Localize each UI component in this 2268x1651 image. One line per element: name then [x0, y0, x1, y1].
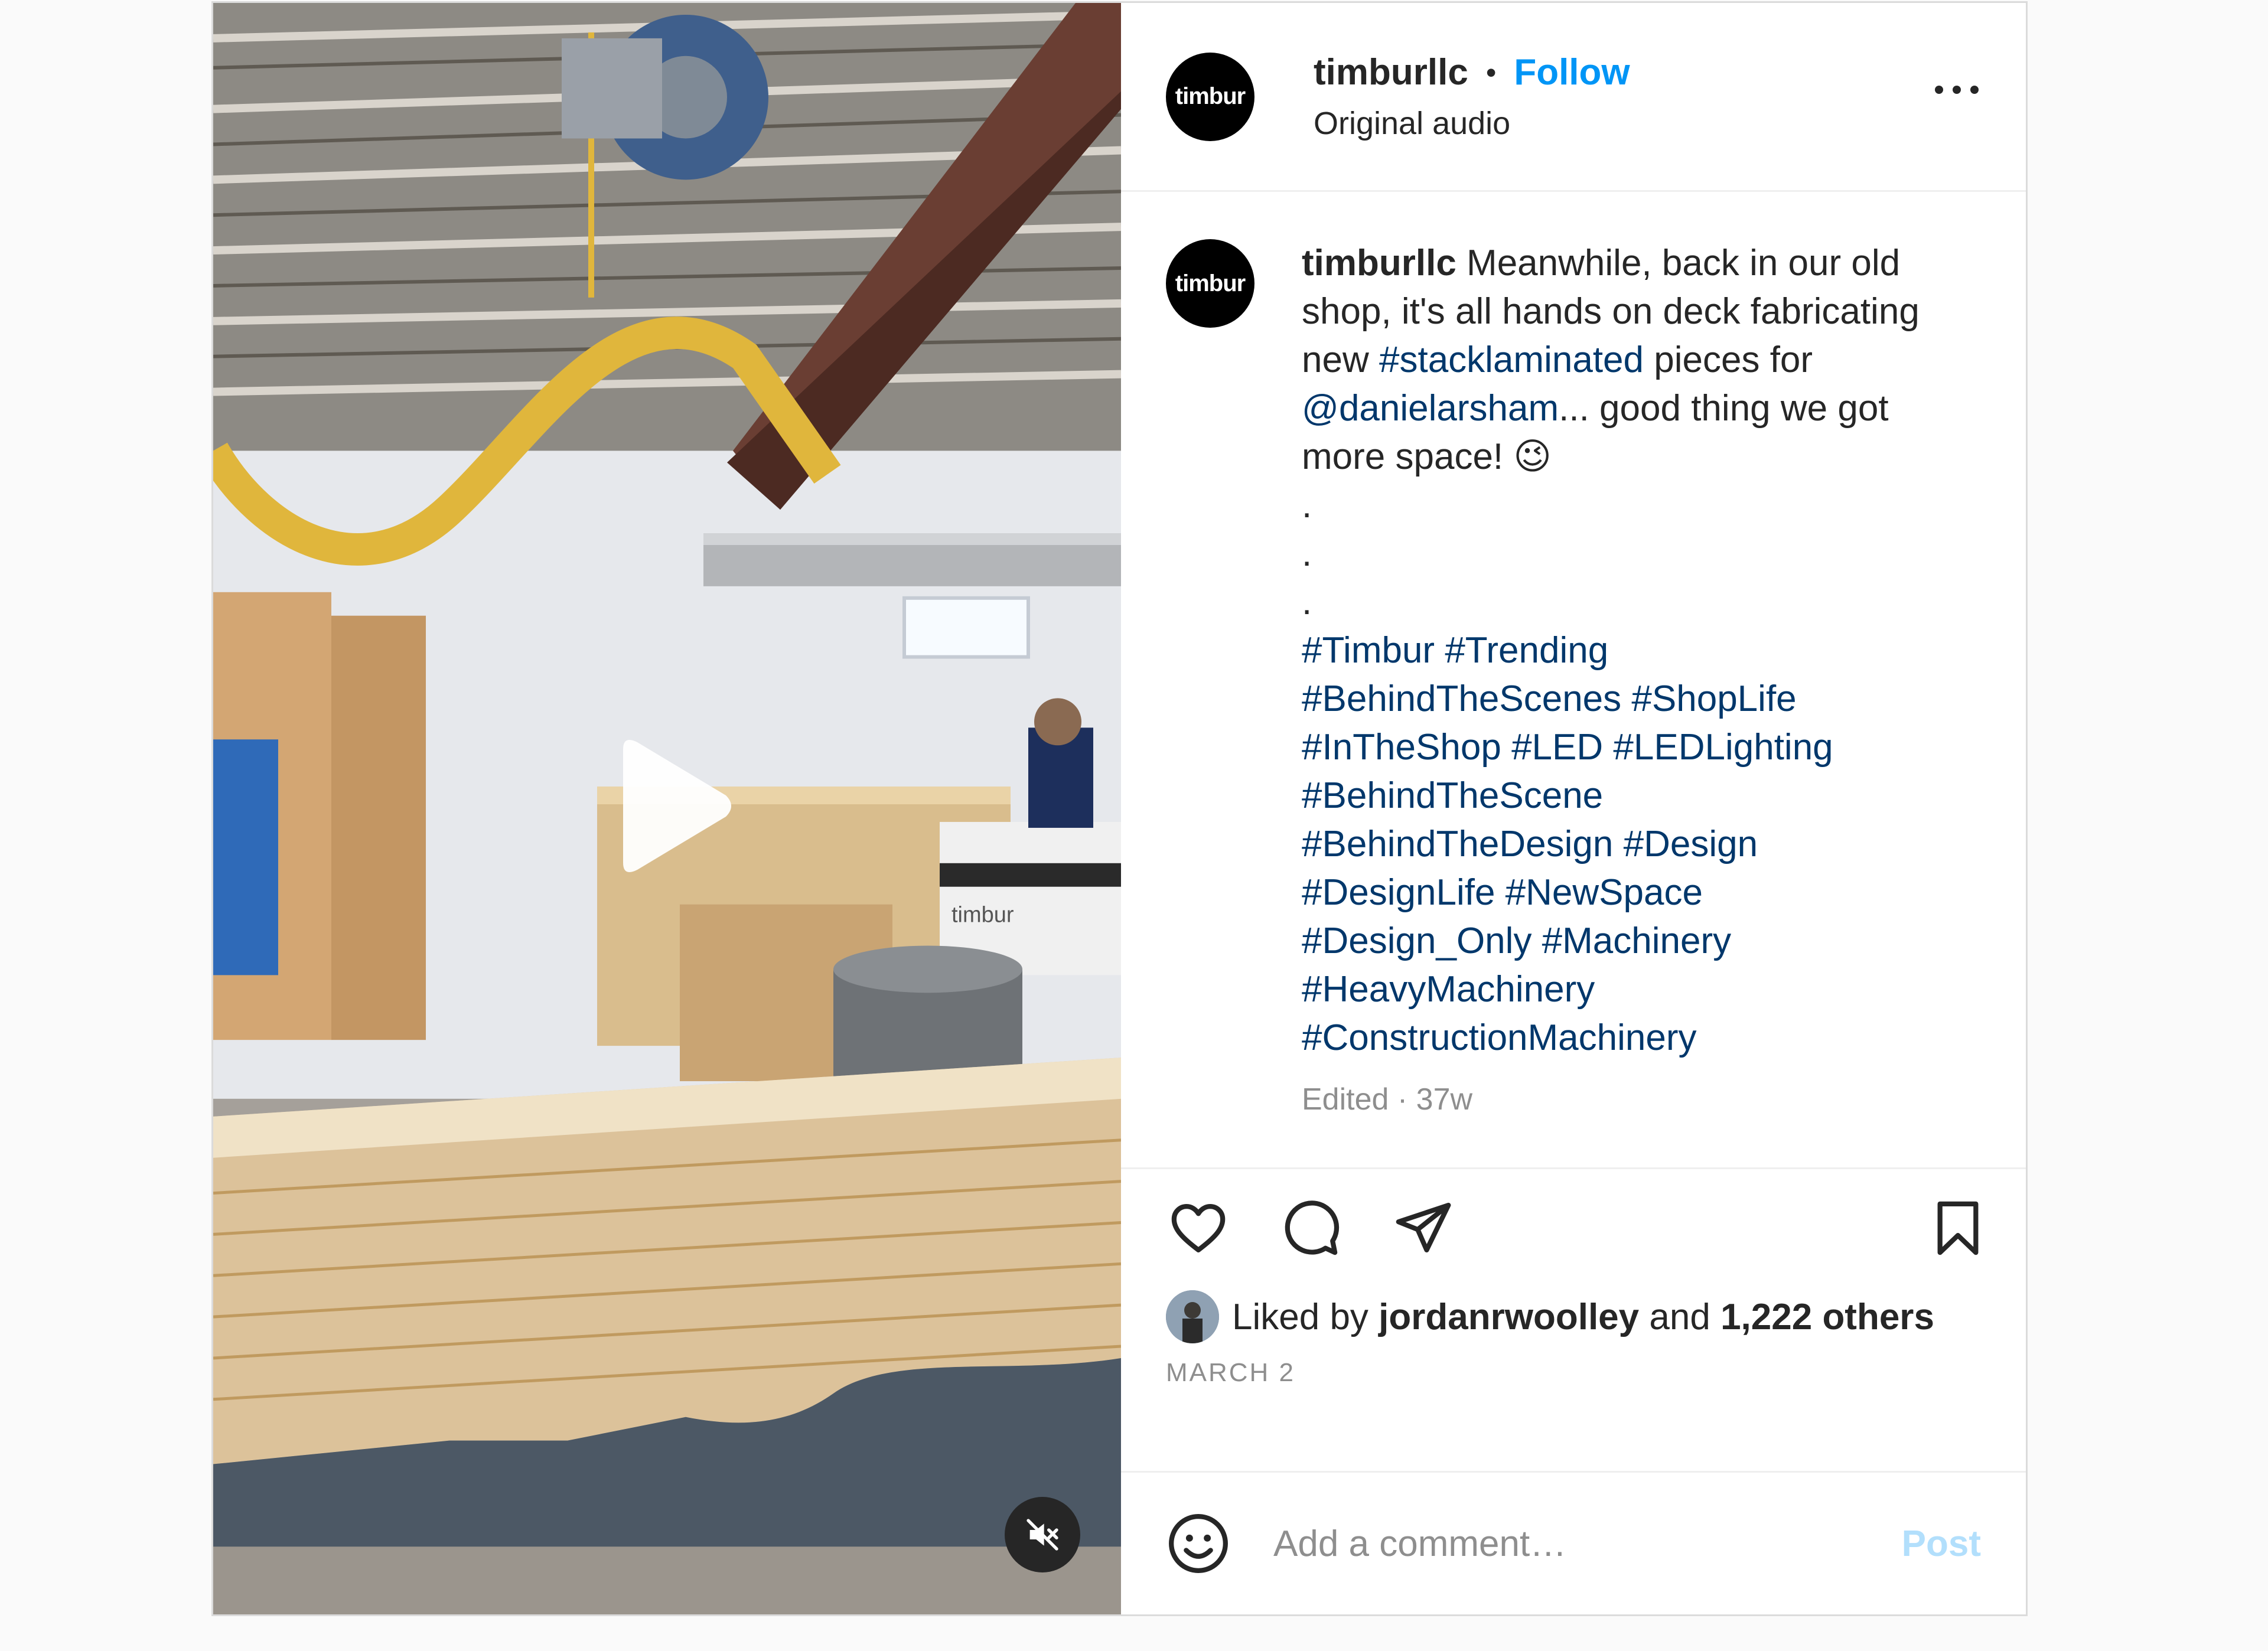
hashtag-link[interactable]: #ConstructionMachinery: [1302, 1017, 1697, 1058]
machine-label: timbur: [951, 903, 1014, 928]
bookmark-icon: [1937, 1201, 1979, 1255]
more-options-button[interactable]: [1929, 80, 1984, 100]
header-info: timburllc • Follow Original audio: [1314, 51, 1630, 142]
hashtag-link[interactable]: #stacklaminated: [1379, 340, 1644, 380]
caption-text: timburllc Meanwhile, back in our old sho…: [1302, 239, 1951, 1167]
heart-icon: [1171, 1204, 1226, 1252]
audio-link[interactable]: Original audio: [1314, 105, 1630, 142]
save-button[interactable]: [1925, 1196, 1990, 1261]
liker-username[interactable]: jordanrwoolley: [1379, 1296, 1639, 1338]
likes-and: and: [1649, 1296, 1710, 1337]
hashtag-link[interactable]: #BehindTheDesign: [1302, 824, 1613, 864]
hashtag-link[interactable]: #NewSpace: [1506, 872, 1703, 913]
caption-dot: .: [1302, 485, 1312, 526]
hashtag-link[interactable]: #Design: [1624, 824, 1758, 864]
hashtag-link[interactable]: #BehindTheScenes: [1302, 678, 1621, 719]
avatar-logo-text: timbur: [1175, 83, 1246, 109]
likes-summary: Liked by jordanrwoolley and 1,222 others: [1121, 1287, 2026, 1346]
hashtag-link[interactable]: #ShopLife: [1631, 678, 1796, 719]
header-username[interactable]: timburllc: [1314, 51, 1468, 93]
muted-speaker-icon: [1027, 1519, 1058, 1551]
play-button[interactable]: [568, 712, 757, 900]
separator-dot: •: [1485, 56, 1497, 89]
smiley-icon[interactable]: [1166, 1511, 1231, 1576]
caption-section: timbur timburllc Meanwhile, back in our …: [1121, 192, 2026, 1169]
more-horizontal-icon: [1935, 86, 1943, 94]
post-details-pane: timbur timburllc • Follow Original audio…: [1121, 3, 2026, 1614]
like-button[interactable]: [1166, 1196, 1231, 1261]
hashtag-list: #Timbur #Trending #BehindTheScenes #Shop…: [1302, 627, 1951, 1062]
follow-button[interactable]: Follow: [1514, 51, 1630, 93]
share-button[interactable]: [1390, 1196, 1455, 1261]
hashtag-link[interactable]: #Machinery: [1542, 921, 1731, 961]
post-header: timbur timburllc • Follow Original audio: [1121, 3, 2026, 192]
caption-text-part: pieces for: [1654, 340, 1813, 380]
play-icon: [623, 740, 731, 872]
paper-plane-icon: [1396, 1202, 1451, 1252]
liked-by-label: Liked by: [1232, 1296, 1368, 1337]
caption-meta: Edited · 37w: [1302, 1082, 1473, 1117]
hashtag-link[interactable]: #Trending: [1445, 630, 1608, 671]
comment-icon: [1285, 1200, 1340, 1255]
hashtag-link[interactable]: #LED: [1511, 727, 1603, 768]
comment-button[interactable]: [1278, 1196, 1343, 1261]
liker-avatar-image: [1166, 1290, 1219, 1343]
caption-dot: .: [1302, 533, 1312, 574]
hashtag-link[interactable]: #BehindTheScene: [1302, 775, 1603, 816]
profile-avatar[interactable]: timbur: [1166, 52, 1254, 141]
post-video[interactable]: timbur: [213, 3, 1121, 1614]
hashtag-link[interactable]: #LEDLighting: [1613, 727, 1833, 768]
comment-input[interactable]: [1272, 1522, 1902, 1565]
hashtag-link[interactable]: #Timbur: [1302, 630, 1435, 671]
likes-count-link[interactable]: 1,222 others: [1720, 1296, 1934, 1338]
avatar-logo-text: timbur: [1175, 270, 1246, 296]
hashtag-link[interactable]: #InTheShop: [1302, 727, 1501, 768]
post-date[interactable]: MARCH 2: [1121, 1346, 2026, 1411]
hashtag-link[interactable]: #DesignLife: [1302, 872, 1495, 913]
caption-username[interactable]: timburllc: [1302, 243, 1456, 283]
mention-link[interactable]: @danielarsham: [1302, 388, 1559, 429]
post-card: timbur timbur timburllc • Follow Origina…: [211, 1, 2028, 1616]
hashtag-link[interactable]: #Design_Only: [1302, 921, 1531, 961]
action-bar: [1121, 1169, 2026, 1287]
post-age[interactable]: 37w: [1416, 1082, 1472, 1117]
edited-label: Edited: [1302, 1082, 1389, 1117]
comment-bar: Post: [1121, 1471, 2026, 1614]
mute-toggle-button[interactable]: [1005, 1497, 1080, 1572]
hashtag-link[interactable]: #HeavyMachinery: [1302, 969, 1595, 1010]
caption-dot: .: [1302, 582, 1312, 622]
post-comment-button[interactable]: Post: [1902, 1523, 1981, 1565]
caption-avatar[interactable]: timbur: [1166, 239, 1254, 328]
liker-avatar[interactable]: [1166, 1290, 1219, 1343]
